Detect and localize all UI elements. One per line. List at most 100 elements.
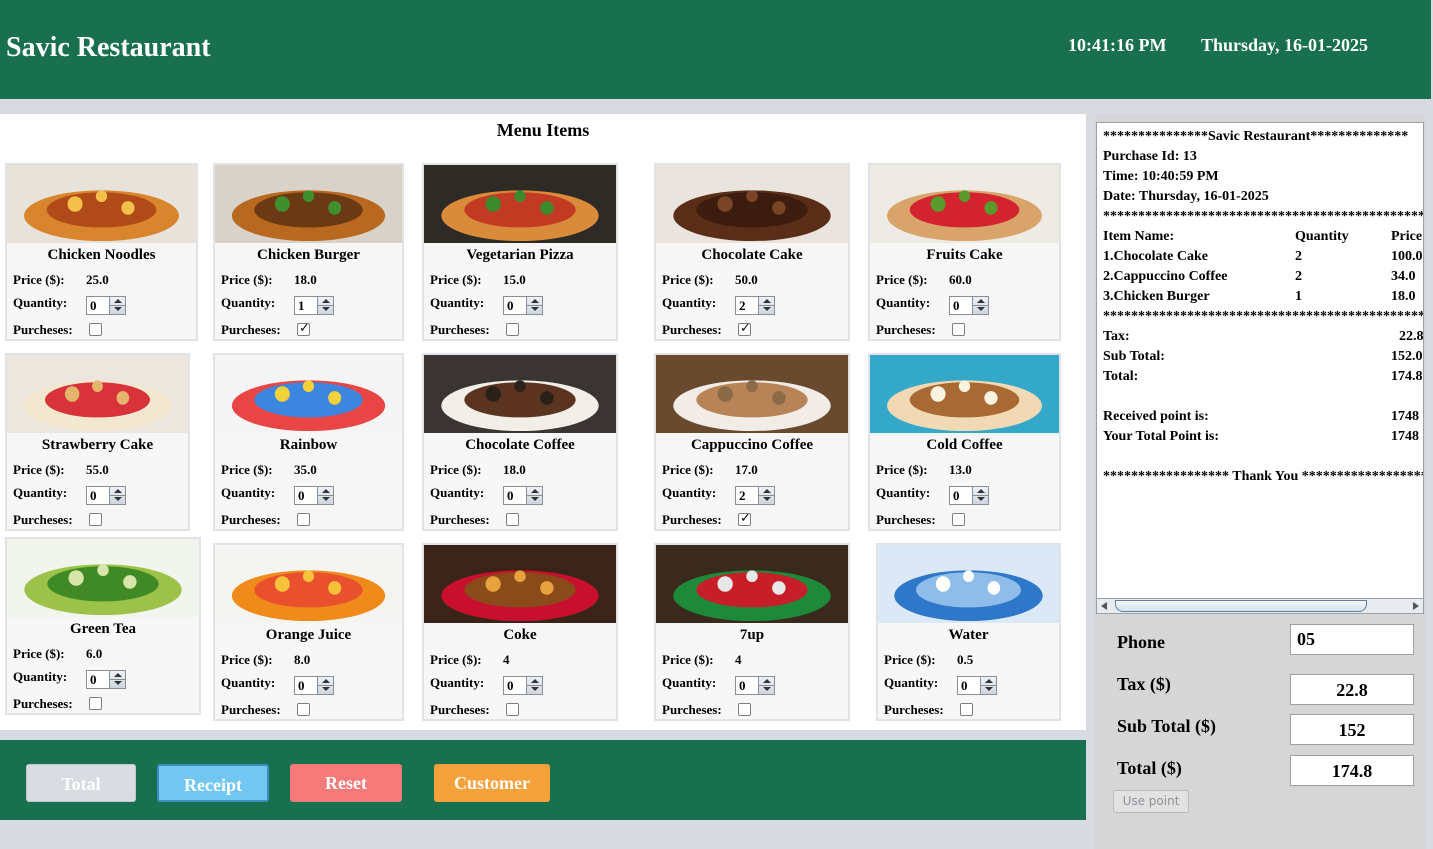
stepper-arrows-icon[interactable] xyxy=(980,677,996,694)
quantity-value[interactable]: 2 xyxy=(739,298,746,314)
purchase-checkbox[interactable]: ✓ xyxy=(297,321,310,336)
stepper-arrows-icon[interactable] xyxy=(526,297,542,314)
receipt-tax-label: Tax: xyxy=(1103,329,1130,344)
quantity-stepper[interactable]: 0 xyxy=(503,296,543,315)
receipt-button[interactable]: Receipt xyxy=(157,764,269,802)
menu-item-card: Orange Juice Price ($): 8.0 Quantity: 0 … xyxy=(213,543,404,721)
purchase-checkbox[interactable] xyxy=(89,323,102,336)
quantity-value[interactable]: 0 xyxy=(953,488,960,504)
purchase-checkbox[interactable] xyxy=(506,513,519,526)
quantity-stepper[interactable]: 0 xyxy=(949,296,989,315)
stepper-arrows-icon[interactable] xyxy=(317,297,333,314)
stepper-arrows-icon[interactable] xyxy=(972,297,988,314)
quantity-value[interactable]: 2 xyxy=(739,488,746,504)
subtotal-label: Sub Total ($) xyxy=(1117,716,1217,736)
quantity-stepper[interactable]: 0 xyxy=(735,676,775,695)
purchase-checkbox[interactable] xyxy=(297,703,310,716)
menu-item-price: 6.0 xyxy=(86,646,103,661)
receipt-horizontal-scrollbar[interactable] xyxy=(1096,598,1424,614)
quantity-value[interactable]: 0 xyxy=(739,678,746,694)
receipt-item-quantity: 2 xyxy=(1295,269,1302,284)
purchase-checkbox[interactable] xyxy=(506,703,519,716)
quantity-stepper[interactable]: 0 xyxy=(294,486,334,505)
quantity-value[interactable]: 0 xyxy=(953,298,960,314)
purchase-checkbox[interactable] xyxy=(960,703,973,716)
purchases-label: Purcheses: xyxy=(430,702,490,717)
quantity-stepper[interactable]: 2 xyxy=(735,486,775,505)
reset-button[interactable]: Reset xyxy=(290,764,402,802)
quantity-value[interactable]: 0 xyxy=(507,488,514,504)
use-point-button[interactable]: Use point xyxy=(1113,790,1189,813)
purchase-checkbox[interactable] xyxy=(89,513,102,526)
quantity-label: Quantity: xyxy=(430,675,485,690)
scroll-right-icon[interactable] xyxy=(1413,602,1419,610)
stepper-arrows-icon[interactable] xyxy=(758,677,774,694)
receipt-col-item: Item Name: xyxy=(1103,229,1175,244)
quantity-stepper[interactable]: 0 xyxy=(957,676,997,695)
stepper-arrows-icon[interactable] xyxy=(526,677,542,694)
quantity-value[interactable]: 0 xyxy=(90,488,97,504)
quantity-stepper[interactable]: 0 xyxy=(86,296,126,315)
quantity-value[interactable]: 0 xyxy=(90,298,97,314)
stepper-arrows-icon[interactable] xyxy=(109,671,125,688)
stepper-arrows-icon[interactable] xyxy=(972,487,988,504)
quantity-stepper[interactable]: 0 xyxy=(86,486,126,505)
scrollbar-thumb[interactable] xyxy=(1115,600,1367,612)
stepper-arrows-icon[interactable] xyxy=(317,487,333,504)
stepper-arrows-icon[interactable] xyxy=(109,297,125,314)
purchase-checkbox[interactable] xyxy=(738,703,751,716)
stepper-arrows-icon[interactable] xyxy=(758,487,774,504)
strawberry-cake-image xyxy=(7,355,188,433)
menu-item-image xyxy=(215,545,402,623)
tax-field[interactable]: 22.8 xyxy=(1290,674,1414,705)
check-icon: ✓ xyxy=(740,511,751,526)
app-header: Savic Restaurant 10:41:16 PM Thursday, 1… xyxy=(0,0,1431,99)
stepper-arrows-icon[interactable] xyxy=(109,487,125,504)
quantity-stepper[interactable]: 0 xyxy=(503,676,543,695)
purchase-checkbox[interactable]: ✓ xyxy=(738,511,751,526)
coke-image xyxy=(424,545,616,623)
menu-item-price: 18.0 xyxy=(294,272,317,287)
menu-item-name: Chicken Noodles xyxy=(47,247,156,263)
scroll-left-icon[interactable] xyxy=(1101,602,1107,610)
stepper-arrows-icon[interactable] xyxy=(317,677,333,694)
green-tea-image xyxy=(7,539,199,617)
menu-item-card: Chicken Noodles Price ($): 25.0 Quantity… xyxy=(5,163,198,341)
rainbow-cake-image xyxy=(215,355,402,433)
subtotal-field[interactable]: 152 xyxy=(1290,714,1414,745)
total-button[interactable]: Total xyxy=(26,764,136,802)
purchase-checkbox[interactable] xyxy=(952,323,965,336)
quantity-value[interactable]: 0 xyxy=(298,678,305,694)
quantity-value[interactable]: 1 xyxy=(298,298,305,314)
stepper-arrows-icon[interactable] xyxy=(758,297,774,314)
quantity-value[interactable]: 0 xyxy=(90,672,97,688)
menu-item-image xyxy=(7,355,188,433)
menu-item-name: Fruits Cake xyxy=(926,247,1003,263)
purchase-checkbox[interactable] xyxy=(506,323,519,336)
purchase-checkbox[interactable] xyxy=(952,513,965,526)
phone-field[interactable]: 05 xyxy=(1290,624,1414,655)
purchase-checkbox[interactable]: ✓ xyxy=(738,321,751,336)
quantity-label: Quantity: xyxy=(662,675,717,690)
quantity-value[interactable]: 0 xyxy=(507,678,514,694)
purchase-checkbox[interactable] xyxy=(297,513,310,526)
price-label: Price ($): xyxy=(13,646,65,661)
receipt-text-area[interactable]: ***************Savic Restaurant*********… xyxy=(1096,122,1424,599)
quantity-stepper[interactable]: 1 xyxy=(294,296,334,315)
stepper-arrows-icon[interactable] xyxy=(526,487,542,504)
customer-button[interactable]: Customer xyxy=(434,764,550,802)
menu-item-price: 15.0 xyxy=(503,272,526,287)
purchase-checkbox[interactable] xyxy=(89,697,102,710)
quantity-stepper[interactable]: 0 xyxy=(503,486,543,505)
quantity-stepper[interactable]: 0 xyxy=(949,486,989,505)
quantity-stepper[interactable]: 0 xyxy=(294,676,334,695)
quantity-label: Quantity: xyxy=(13,295,68,310)
quantity-value[interactable]: 0 xyxy=(507,298,514,314)
quantity-value[interactable]: 0 xyxy=(961,678,968,694)
menu-item-name: Chocolate Coffee xyxy=(465,437,575,453)
quantity-stepper[interactable]: 2 xyxy=(735,296,775,315)
receipt-col-price: Price xyxy=(1391,229,1423,244)
quantity-value[interactable]: 0 xyxy=(298,488,305,504)
quantity-stepper[interactable]: 0 xyxy=(86,670,126,689)
total-field[interactable]: 174.8 xyxy=(1290,755,1414,786)
